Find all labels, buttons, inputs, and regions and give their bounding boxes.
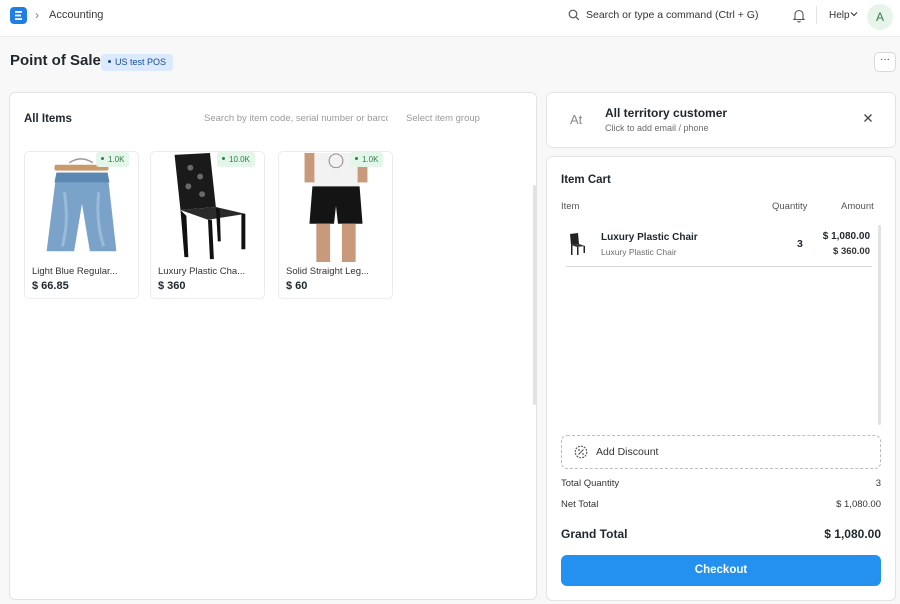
stock-badge: 10.0K [217, 152, 255, 167]
app-logo-icon[interactable] [10, 7, 27, 24]
pos-profile-badge: US test POS [101, 54, 174, 71]
item-name: Luxury Plastic Cha... [158, 266, 246, 277]
user-avatar[interactable]: A [867, 4, 893, 30]
discount-icon [574, 445, 588, 459]
customer-name: All territory customer [605, 106, 728, 120]
cart-item-amount: $ 1,080.00 [822, 231, 870, 242]
black-chair-image [174, 152, 246, 260]
cart-column-item: Item [561, 201, 580, 212]
cart-panel: Item Cart Item Quantity Amount Luxury Pl… [546, 156, 896, 601]
navbar: › Accounting Search or type a command (C… [0, 0, 900, 37]
help-menu[interactable]: Help [829, 10, 850, 21]
grand-total-value: $ 1,080.00 [824, 527, 881, 541]
item-name: Solid Straight Leg... [286, 266, 369, 277]
cart-item-rate: $ 360.00 [833, 246, 870, 257]
denim-shorts-image [46, 158, 117, 252]
items-scrollbar[interactable] [533, 185, 536, 405]
cart-item-subtitle: Luxury Plastic Chair [601, 247, 677, 257]
close-icon[interactable] [863, 113, 873, 123]
search-placeholder: Search or type a command (Ctrl + G) [586, 9, 759, 21]
stock-qty: 1.0K [108, 155, 125, 164]
more-actions-button[interactable]: ··· [874, 52, 896, 72]
search-bar[interactable]: Search or type a command (Ctrl + G) [568, 8, 798, 24]
customer-contact-hint[interactable]: Click to add email / phone [605, 123, 709, 133]
net-total-value: $ 1,080.00 [836, 499, 881, 510]
cart-column-quantity: Quantity [772, 201, 808, 212]
net-total-label: Net Total [561, 499, 599, 510]
stock-qty: 10.0K [229, 155, 250, 164]
item-card[interactable]: 1.0K Solid Straight Leg... $ 60 [278, 151, 393, 299]
item-price: $ 60 [286, 280, 308, 292]
add-discount-button[interactable]: Add Discount [561, 435, 881, 469]
item-price: $ 66.85 [32, 280, 69, 292]
item-group-select[interactable]: Select item group [406, 113, 480, 124]
add-discount-label: Add Discount [596, 446, 659, 458]
bell-icon[interactable] [792, 8, 806, 23]
total-quantity-label: Total Quantity [561, 478, 620, 489]
item-name: Light Blue Regular... [32, 266, 118, 277]
checkout-button[interactable]: Checkout [561, 555, 881, 586]
cart-column-amount: Amount [841, 201, 874, 212]
cart-scrollbar[interactable] [878, 225, 881, 425]
customer-avatar: At [570, 112, 583, 127]
cart-item-quantity[interactable]: 3 [797, 238, 803, 250]
item-card[interactable]: 10.0K Luxury Plastic Cha... $ 360 [150, 151, 265, 299]
pos-profile-label: US test POS [115, 57, 167, 67]
cart-title: Item Cart [561, 174, 611, 186]
items-panel-title: All Items [24, 113, 72, 125]
stock-badge: 1.0K [350, 152, 384, 167]
item-search-input[interactable]: Search by item code, serial number or ba… [204, 113, 388, 124]
grand-total-label: Grand Total [561, 527, 628, 541]
badge-dot-icon [108, 60, 111, 64]
item-card[interactable]: 1.0K Light Blue Regular... $ 66.85 [24, 151, 139, 299]
search-icon [568, 9, 580, 21]
total-quantity-value: 3 [875, 478, 881, 489]
cart-row[interactable]: Luxury Plastic Chair Luxury Plastic Chai… [566, 225, 872, 267]
black-shorts-image [304, 152, 368, 262]
navbar-divider [816, 6, 817, 24]
chevron-down-icon[interactable] [850, 10, 858, 18]
customer-panel[interactable]: At All territory customer Click to add e… [546, 92, 896, 148]
item-price: $ 360 [158, 280, 186, 292]
chevron-right-icon: › [35, 8, 39, 22]
breadcrumb-accounting[interactable]: Accounting [49, 9, 103, 21]
chair-thumbnail-image [570, 233, 585, 255]
stock-badge: 1.0K [96, 152, 130, 167]
stock-qty: 1.0K [362, 155, 379, 164]
page-title: Point of Sale [10, 52, 101, 69]
items-panel: All Items Search by item code, serial nu… [9, 92, 537, 600]
cart-item-name: Luxury Plastic Chair [601, 232, 698, 243]
